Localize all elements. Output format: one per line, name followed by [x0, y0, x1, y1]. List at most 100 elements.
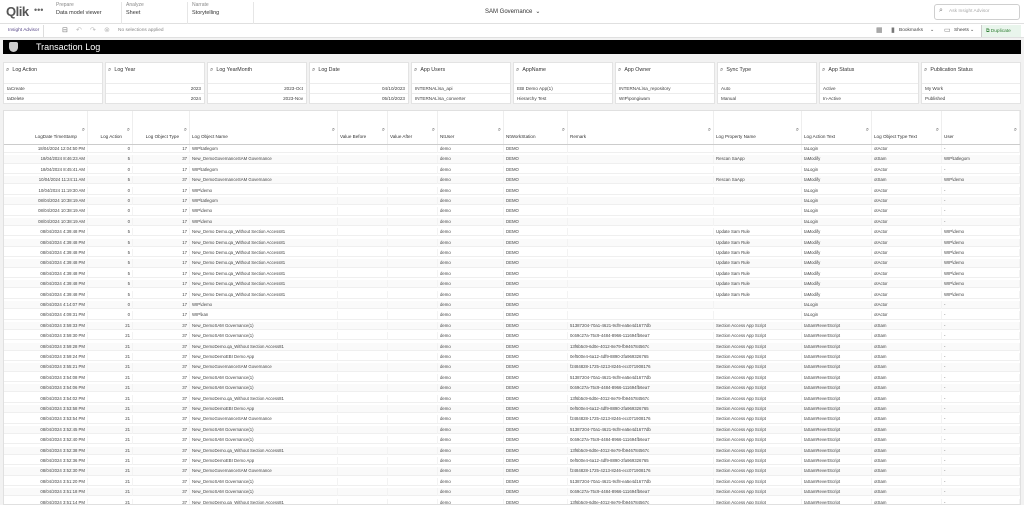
filter-pane-9[interactable]: ⌕ Publication Status My Work Published — [921, 62, 1021, 104]
table-row[interactable]: 08/04/2024 3:59:28 PM 21 37 New_DemoDemo.qa… — [4, 342, 1020, 351]
column-header[interactable]: User ⌕ — [942, 111, 1020, 144]
table-row[interactable]: 08/04/2024 3:59:33 PM 21 37 New_DemoSAM Gov… — [4, 321, 1020, 331]
filter-pane-2[interactable]: ⌕ Log YearMonth 2023-Oct 2023-Nov — [207, 62, 307, 104]
filter-value-row[interactable]: My Work — [922, 83, 1020, 93]
column-header[interactable]: Value Before ⌕ — [338, 111, 388, 144]
filter-value-row[interactable]: 2023 — [106, 83, 204, 93]
table-row[interactable]: 08/04/2024 3:59:30 PM 21 37 New_DemoSAM Gov… — [4, 332, 1020, 341]
tab-narrate[interactable]: Narrate Storytelling — [188, 2, 254, 24]
table-row[interactable]: 18/04/2024 8:46:23 AM 5 37 New_DemoGovernan… — [4, 155, 1020, 164]
column-header[interactable]: Value After ⌕ — [388, 111, 438, 144]
filter-pane-0[interactable]: ⌕ Log Action taCreate taDelete — [3, 62, 103, 104]
column-search-icon[interactable]: ⌕ — [432, 127, 435, 134]
filter-value-row[interactable]: 2023-Oct — [208, 83, 306, 93]
table-row[interactable]: 08/04/2024 4:39:48 PM 5 17 New_Demo Demo.qa… — [4, 238, 1020, 247]
filter-value-row[interactable]: 04/10/2023 — [310, 83, 408, 93]
column-search-icon[interactable]: ⌕ — [708, 127, 711, 134]
table-row[interactable]: 08/04/2024 3:52:30 PM 21 37 New_DemoGoverna… — [4, 467, 1020, 476]
table-row[interactable]: 08/04/2024 3:53:54 PM 21 37 New_DemoGoverna… — [4, 415, 1020, 424]
table-row[interactable]: 08/04/2024 4:39:48 PM 5 17 New_Demo Demo.qa… — [4, 290, 1020, 299]
table-row[interactable]: 08/04/2024 3:52:36 PM 21 37 New_DemoDemoEBI… — [4, 457, 1020, 466]
qlik-logo[interactable]: Qlik — [6, 4, 29, 19]
filter-value-row[interactable]: 2024 — [106, 93, 204, 103]
forward-step-icon[interactable]: ↷ — [90, 26, 96, 34]
column-search-icon[interactable]: ⌕ — [82, 127, 85, 134]
insight-search-box[interactable]: ⌕ Ask Insight Advisor — [934, 4, 1020, 20]
table-row[interactable]: 08/04/2024 4:39:48 PM 5 17 New_Demo Demo.qa… — [4, 259, 1020, 268]
table-row[interactable]: 18/04/2024 12:04:50 PM 0 17 WIP\tatlegom dem… — [4, 145, 1020, 154]
filter-pane-4[interactable]: ⌕ App Users INTERNAL\sa_api INTERNAL\sa_con… — [411, 62, 511, 104]
table-row[interactable]: 18/04/2024 8:45:41 AM 0 17 WIP\tatlegom demo… — [4, 165, 1020, 175]
selections-tool-icon[interactable]: ⊟ — [62, 26, 68, 34]
column-header[interactable]: Log Action Text ⌕ — [802, 111, 872, 144]
filter-value-row[interactable]: 05/10/2023 — [310, 93, 408, 103]
search-icon[interactable]: ⌕ — [924, 67, 927, 73]
filter-value-row[interactable]: INTERNAL\sa_converter — [412, 93, 510, 103]
search-icon[interactable]: ⌕ — [6, 67, 9, 73]
more-options-icon[interactable]: ••• — [34, 5, 43, 15]
column-header[interactable]: NtUser ⌕ — [438, 111, 504, 144]
filter-value-row[interactable]: Active — [820, 83, 918, 93]
column-search-icon[interactable]: ⌕ — [866, 127, 869, 134]
filter-pane-1[interactable]: ⌕ Log Year 2023 2024 — [105, 62, 205, 104]
column-header[interactable]: LogDate TimeStamp ⌕ — [4, 111, 88, 144]
table-row[interactable]: 08/04/2024 3:54:06 PM 21 37 New_DemoSAM Gov… — [4, 384, 1020, 393]
filter-pane-header[interactable]: ⌕ Log Date — [312, 67, 340, 74]
search-icon[interactable]: ⌕ — [822, 67, 825, 73]
table-row[interactable]: 08/04/2024 3:51:20 PM 21 37 New_DemoSAM Gov… — [4, 477, 1020, 487]
filter-value-row[interactable]: WIP\pongiwam — [616, 93, 714, 103]
bookmarks-button[interactable]: Bookmarks — [899, 28, 923, 33]
column-header[interactable]: Log Object Type Text ⌕ — [872, 111, 942, 144]
table-row[interactable]: 10/04/2024 11:19:30 AM 0 17 WIP\demo demo DEM… — [4, 186, 1020, 195]
filter-value-row[interactable]: taDelete — [4, 93, 102, 103]
column-search-icon[interactable]: ⌕ — [127, 127, 130, 134]
search-icon[interactable]: ⌕ — [108, 67, 111, 73]
table-row[interactable]: 08/04/2024 4:39:48 PM 5 17 New_Demo Demo.qa… — [4, 228, 1020, 237]
filter-pane-header[interactable]: ⌕ App Owner — [618, 67, 651, 74]
table-row[interactable]: 08/04/2024 4:39:48 PM 5 17 New_Demo Demo.qa… — [4, 280, 1020, 289]
filter-pane-header[interactable]: ⌕ Log Action — [6, 67, 37, 74]
table-row[interactable]: 10/04/2024 11:24:11 AM 5 37 New_DemoGoverna… — [4, 176, 1020, 185]
filter-pane-header[interactable]: ⌕ Sync Type — [720, 67, 751, 74]
table-row[interactable]: 08/04/2024 3:52:38 PM 21 37 New_DemoDemo.qa… — [4, 446, 1020, 455]
column-header[interactable]: Log Property Name ⌕ — [714, 111, 802, 144]
app-title-dropdown[interactable]: SAM Governance ⌄ — [485, 8, 540, 15]
filter-pane-header[interactable]: ⌕ AppName — [516, 67, 546, 74]
filter-pane-7[interactable]: ⌕ Sync Type Auto Manual — [717, 62, 817, 104]
filter-value-row[interactable]: INTERNAL\sa_repository — [616, 83, 714, 93]
table-row[interactable]: 08/04/2024 4:14:07 PM 0 17 WIP\demo demo DEMO… — [4, 301, 1020, 310]
column-header[interactable]: NtWorkStation ⌕ — [504, 111, 568, 144]
column-search-icon[interactable]: ⌕ — [562, 127, 565, 134]
filter-value-row[interactable]: EBI Demo App(1) — [514, 83, 612, 93]
grid-view-icon[interactable]: ▦ — [876, 26, 883, 34]
column-header[interactable]: Log Object Name ⌕ — [190, 111, 338, 144]
table-row[interactable]: 08/04/2024 3:51:14 PM 21 37 New_DemoDemo.qa… — [4, 498, 1020, 504]
filter-value-row[interactable]: taCreate — [4, 83, 102, 93]
column-search-icon[interactable]: ⌕ — [184, 127, 187, 134]
sheets-button[interactable]: Sheets — [954, 28, 969, 33]
table-row[interactable]: 08/04/2024 4:39:48 PM 5 17 New_Demo Demo.qa… — [4, 249, 1020, 258]
table-row[interactable]: 08/04/2024 10:38:19 AM 0 17 WIP\demo demo DEM… — [4, 217, 1020, 227]
search-icon[interactable]: ⌕ — [618, 67, 621, 73]
table-row[interactable]: 08/04/2024 10:38:19 AM 0 17 WIP\demo demo DEM… — [4, 207, 1020, 216]
filter-value-row[interactable]: Auto — [718, 83, 816, 93]
filter-pane-header[interactable]: ⌕ App Users — [414, 67, 445, 74]
column-search-icon[interactable]: ⌕ — [1014, 127, 1017, 134]
column-search-icon[interactable]: ⌕ — [936, 127, 939, 134]
column-header[interactable]: Log Action ⌕ — [88, 111, 133, 144]
column-search-icon[interactable]: ⌕ — [332, 127, 335, 134]
column-header[interactable]: Log Object Type ⌕ — [133, 111, 190, 144]
filter-value-row[interactable]: Published — [922, 93, 1020, 103]
bookmarks-chevron-icon[interactable]: ⌄ — [930, 28, 934, 33]
table-row[interactable]: 08/04/2024 3:53:58 PM 21 37 New_DemoDemoEBI… — [4, 405, 1020, 414]
filter-pane-header[interactable]: ⌕ Log Year — [108, 67, 135, 74]
filter-value-row[interactable]: Hierarchy Test — [514, 93, 612, 103]
sheets-chevron-icon[interactable]: ⌄ — [970, 28, 974, 33]
filter-pane-8[interactable]: ⌕ App Status Active In-Active — [819, 62, 919, 104]
tab-analyze[interactable]: Analyze Sheet — [122, 2, 188, 24]
tab-prepare[interactable]: Prepare Data model viewer — [52, 2, 122, 24]
filter-pane-header[interactable]: ⌕ Log YearMonth — [210, 67, 252, 74]
table-row[interactable]: 08/04/2024 3:54:02 PM 21 37 New_DemoDemo.qa… — [4, 394, 1020, 403]
table-row[interactable]: 08/04/2024 4:09:31 PM 0 17 WIP\kan demo DEMO t… — [4, 311, 1020, 320]
search-icon[interactable]: ⌕ — [210, 67, 213, 73]
